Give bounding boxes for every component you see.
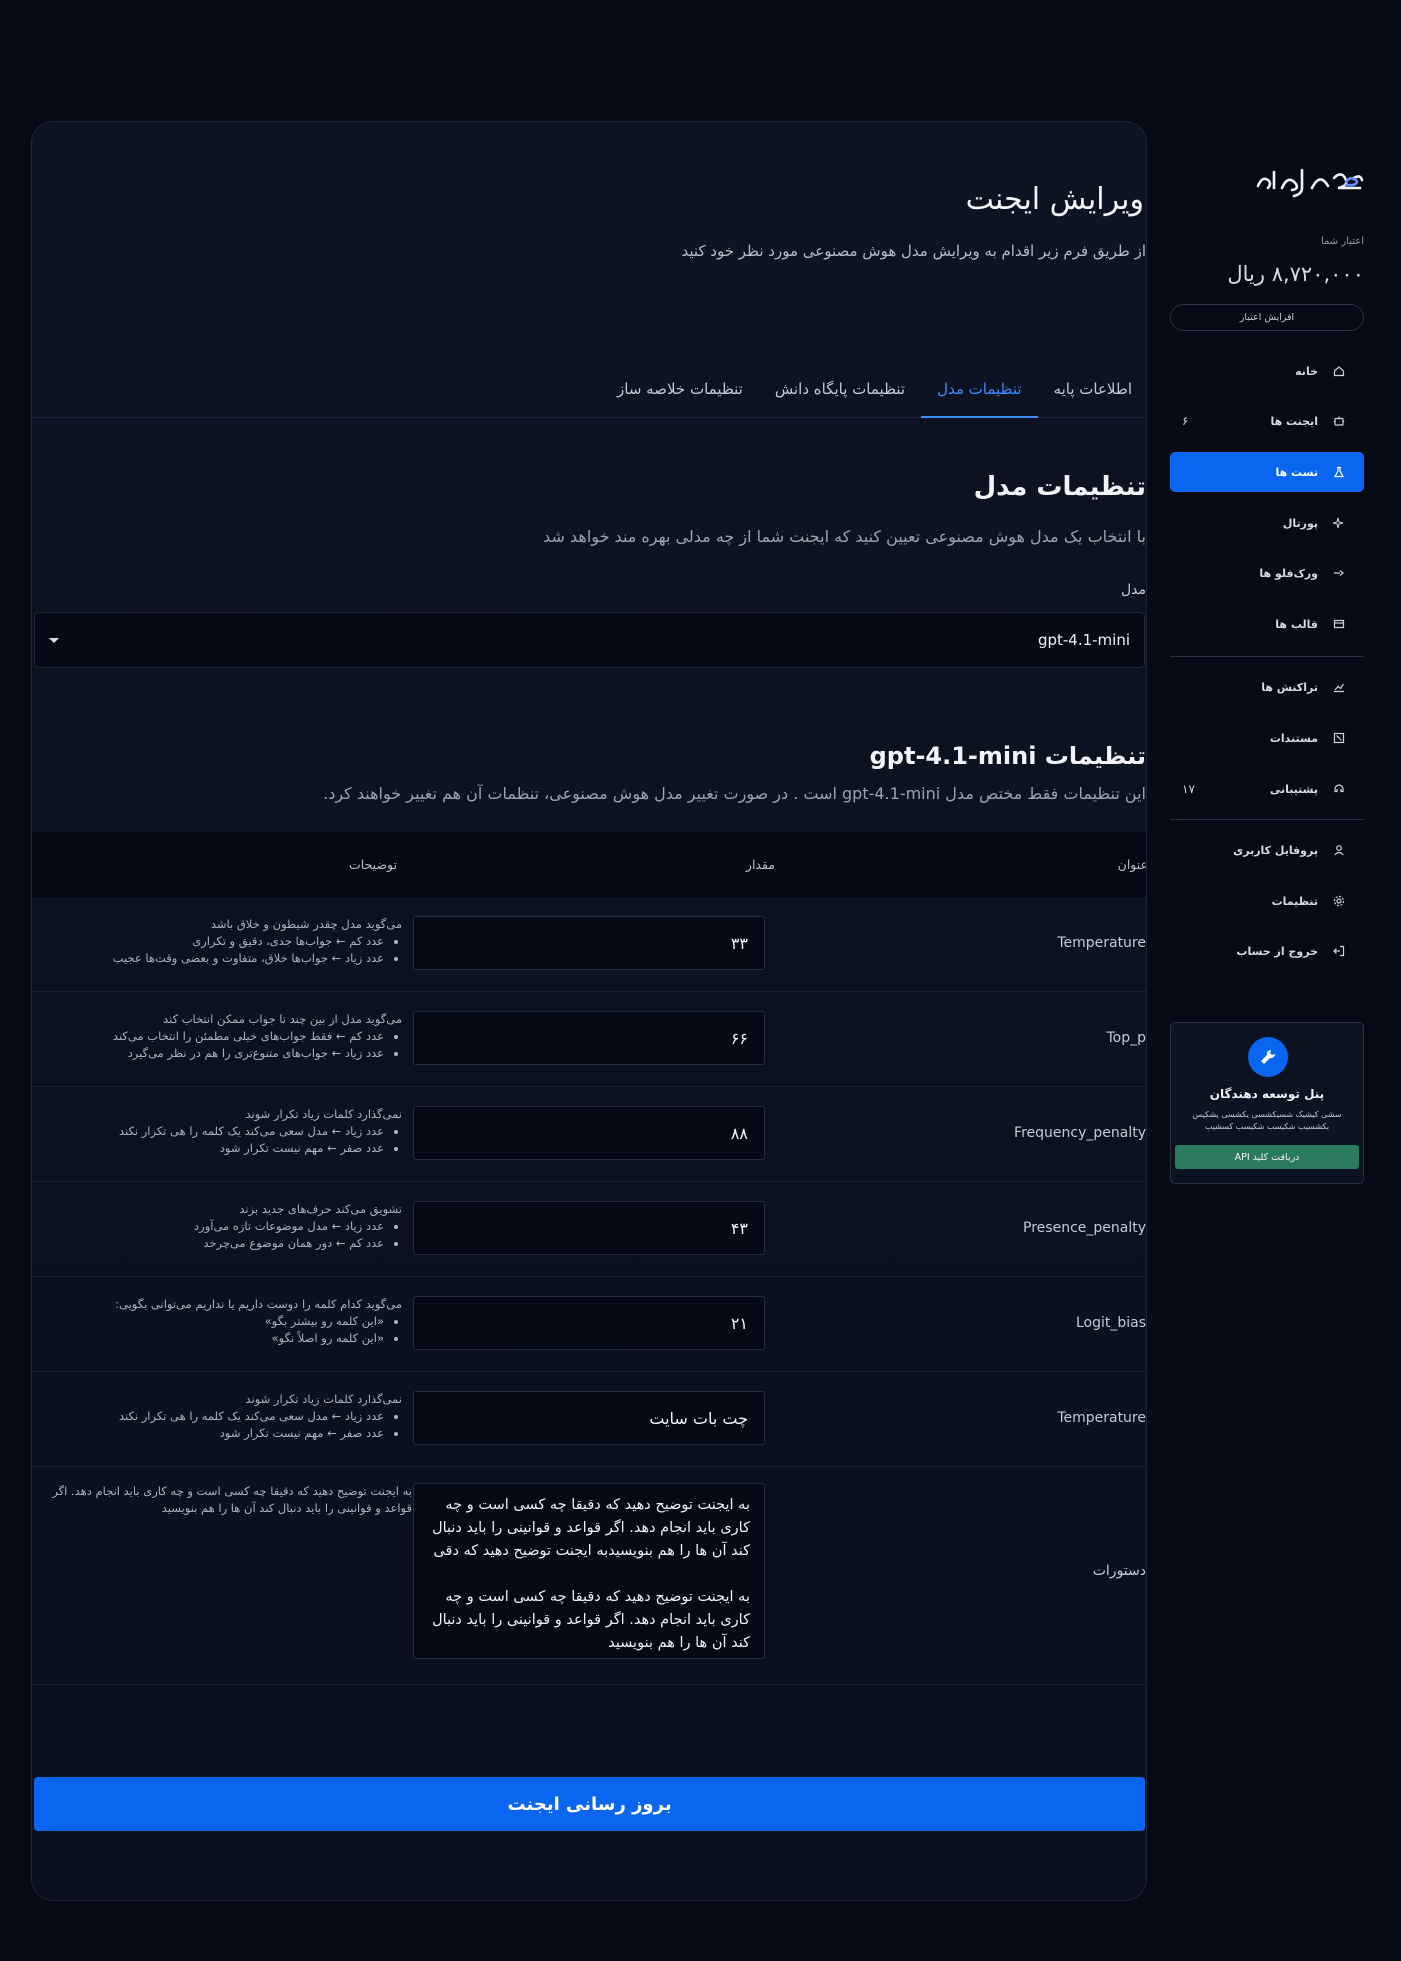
nav-item-transactions[interactable]: تراکنش ها bbox=[1170, 667, 1364, 707]
header-value: مقدار bbox=[745, 857, 775, 872]
developer-panel: پنل توسعه دهندگان سشی کیشیک شسیکشسی یکشس… bbox=[1170, 1022, 1364, 1184]
nav-item-support[interactable]: پشتیبانی ۱۷ bbox=[1170, 769, 1364, 809]
param-input[interactable]: ۶۶ bbox=[413, 1011, 765, 1065]
param-input[interactable]: ۲۱ bbox=[413, 1296, 765, 1350]
param-title: Presence_penalty bbox=[1023, 1220, 1146, 1236]
agents-count: ۶ bbox=[1182, 414, 1189, 428]
nav-item-docs[interactable]: مستندات bbox=[1170, 718, 1364, 758]
nav-item-templates[interactable]: قالب ها bbox=[1170, 604, 1364, 644]
table-row: Presence_penalty ۴۳ تشویق می‌کند حرف‌های… bbox=[32, 1182, 1146, 1277]
tab-summarizer[interactable]: تنظیمات خلاصه ساز bbox=[601, 370, 759, 418]
param-description: نمی‌گذارد کلمات زیاد تکرار شوند عدد زیاد… bbox=[42, 1391, 402, 1442]
model-field-label: مدل bbox=[1120, 582, 1146, 598]
credit-label: اعتبار شما bbox=[1320, 236, 1364, 247]
params-section-title: تنظیمات gpt-4.1-mini bbox=[869, 742, 1146, 770]
tab-basic-info[interactable]: اطلاعات پایه bbox=[1038, 370, 1146, 418]
param-title: Temperature bbox=[1057, 1410, 1146, 1426]
nav-item-profile[interactable]: پروفایل کاربری bbox=[1170, 830, 1364, 870]
model-select[interactable]: gpt-4.1-mini bbox=[34, 612, 1145, 668]
edit-agent-card: ویرایش ایجنت از طریق فرم زیر اقدام به وی… bbox=[31, 121, 1147, 1901]
param-description: می‌گوید کدام کلمه را دوست داریم یا نداری… bbox=[42, 1296, 402, 1347]
param-title: Top_p bbox=[1106, 1030, 1146, 1046]
nav-item-agents[interactable]: ایجنت ها ۶ bbox=[1170, 401, 1364, 441]
credit-amount: ۸,۷۲۰,۰۰۰ ریال bbox=[1227, 262, 1364, 286]
model-section-title: تنظیمات مدل bbox=[973, 472, 1146, 502]
nav-item-tests[interactable]: تست ها bbox=[1170, 452, 1364, 492]
param-description: نمی‌گذارد کلمات زیاد تکرار شوند عدد زیاد… bbox=[42, 1106, 402, 1157]
param-title: Temperature bbox=[1057, 935, 1146, 951]
table-header: عنوان مقدار توضیحات bbox=[32, 832, 1147, 897]
table-row: Logit_bias ۲۱ می‌گوید کدام کلمه را دوست … bbox=[32, 1277, 1146, 1372]
header-desc: توضیحات bbox=[349, 857, 397, 872]
table-row-instructions: دستورات به ایجنت توضیح دهید که دقیقا چه … bbox=[32, 1467, 1146, 1685]
robot-icon bbox=[1332, 414, 1346, 428]
wrench-icon bbox=[1248, 1037, 1288, 1077]
home-icon bbox=[1332, 364, 1346, 378]
param-input[interactable]: ۳۳ bbox=[413, 916, 765, 970]
logout-icon bbox=[1332, 944, 1346, 958]
table-row: Temperature ۳۳ می‌گوید مدل چقدر شیطون و … bbox=[32, 897, 1146, 992]
nav-item-settings[interactable]: تنظیمات bbox=[1170, 881, 1364, 921]
update-agent-button[interactable]: بروز رسانی ایجنت bbox=[34, 1777, 1145, 1831]
nav-item-workflows[interactable]: ورک‌فلو ها bbox=[1170, 553, 1364, 593]
param-title: Frequency_penalty bbox=[1014, 1125, 1146, 1141]
sidebar-divider bbox=[1170, 819, 1364, 820]
instructions-description: به ایجنت توضیح دهید که دقیقا چه کسی است … bbox=[52, 1484, 412, 1515]
tab-knowledge-base[interactable]: تنظیمات پایگاه دانش bbox=[759, 370, 921, 418]
page-subtitle: از طریق فرم زیر اقدام به ویرایش مدل هوش … bbox=[681, 242, 1146, 260]
increase-credit-button[interactable]: افزایش اعتبار bbox=[1170, 304, 1364, 331]
gear-icon bbox=[1332, 894, 1346, 908]
selected-model: gpt-4.1-mini bbox=[1037, 631, 1130, 649]
params-table: عنوان مقدار توضیحات Temperature ۳۳ می‌گو… bbox=[32, 832, 1147, 1685]
tab-model-settings[interactable]: تنظیمات مدل bbox=[921, 370, 1038, 418]
model-section-description: با انتخاب یک مدل هوش مصنوعی تعیین کنید ک… bbox=[543, 527, 1146, 546]
support-count: ۱۷ bbox=[1182, 782, 1195, 796]
developer-panel-text: سشی کیشیک شسیکشسی یکشسی یشکیس یکشسیب شکی… bbox=[1192, 1110, 1342, 1131]
param-input[interactable]: ۴۳ bbox=[413, 1201, 765, 1255]
tabs: اطلاعات پایه تنظیمات مدل تنظیمات پایگاه … bbox=[32, 370, 1146, 418]
param-input[interactable]: ۸۸ bbox=[413, 1106, 765, 1160]
chevron-down-icon bbox=[49, 637, 59, 643]
param-title: دستورات bbox=[1092, 1563, 1146, 1579]
brand-logo bbox=[1254, 158, 1364, 198]
support-icon bbox=[1332, 782, 1346, 796]
sparkles-icon bbox=[1332, 516, 1346, 530]
template-icon bbox=[1332, 617, 1346, 631]
table-row: Frequency_penalty ۸۸ نمی‌گذارد کلمات زیا… bbox=[32, 1087, 1146, 1182]
page-title: ویرایش ایجنت bbox=[965, 182, 1144, 217]
flask-icon bbox=[1332, 465, 1346, 479]
developer-panel-title: پنل توسعه دهندگان bbox=[1209, 1087, 1325, 1101]
instructions-textarea[interactable]: به ایجنت توضیح دهید که دقیقا چه کسی است … bbox=[413, 1483, 765, 1659]
table-row: Temperature چت بات سایت نمی‌گذارد کلمات … bbox=[32, 1372, 1146, 1467]
sidebar-divider bbox=[1170, 656, 1364, 657]
param-description: تشویق می‌کند حرف‌های جدید بزند عدد زیاد … bbox=[42, 1201, 402, 1252]
param-description: می‌گوید مدل از بین چند تا جواب ممکن انتخ… bbox=[42, 1011, 402, 1062]
document-icon bbox=[1332, 731, 1346, 745]
workflow-icon bbox=[1332, 566, 1346, 580]
nav-item-logout[interactable]: خروج از حساب bbox=[1170, 931, 1364, 971]
nav-item-portal[interactable]: پورتال bbox=[1170, 503, 1364, 543]
param-input[interactable]: چت بات سایت bbox=[413, 1391, 765, 1445]
nav-item-home[interactable]: خانه bbox=[1170, 351, 1364, 391]
chart-icon bbox=[1332, 680, 1346, 694]
param-description: می‌گوید مدل چقدر شیطون و خلاق باشد عدد ک… bbox=[42, 916, 402, 967]
param-title: Logit_bias bbox=[1075, 1315, 1146, 1331]
table-row: Top_p ۶۶ می‌گوید مدل از بین چند تا جواب … bbox=[32, 992, 1146, 1087]
header-title: عنوان bbox=[1117, 857, 1147, 872]
get-api-key-button[interactable]: دریافت کلید API bbox=[1175, 1145, 1359, 1169]
user-icon bbox=[1332, 843, 1346, 857]
params-section-description: این تنظیمات فقط مختص مدل gpt-4.1-mini اس… bbox=[323, 784, 1146, 803]
